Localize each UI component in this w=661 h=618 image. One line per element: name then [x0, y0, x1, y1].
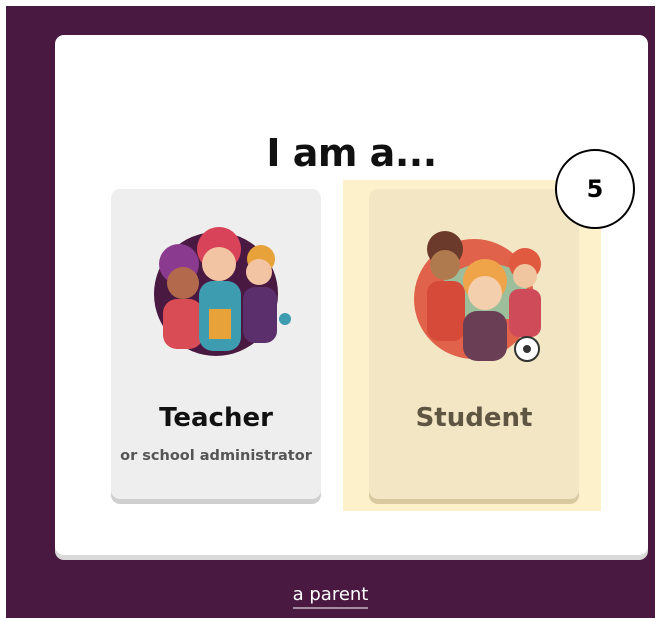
parent-role-link[interactable]: a parent — [292, 584, 369, 609]
parent-link-container: a parent — [0, 584, 661, 609]
teacher-role-button[interactable]: Teacher or school administrator — [111, 189, 321, 499]
student-role-title: Student — [415, 403, 533, 433]
teacher-role-title: Teacher — [159, 403, 273, 433]
step-number-badge: 5 — [555, 149, 635, 229]
teacher-role-subtitle: or school administrator — [120, 448, 312, 464]
student-group-illustration-icon — [414, 231, 541, 362]
page-title: I am a... — [266, 131, 437, 175]
teacher-group-illustration-icon — [154, 227, 291, 356]
student-role-button[interactable]: Student — [369, 189, 579, 499]
